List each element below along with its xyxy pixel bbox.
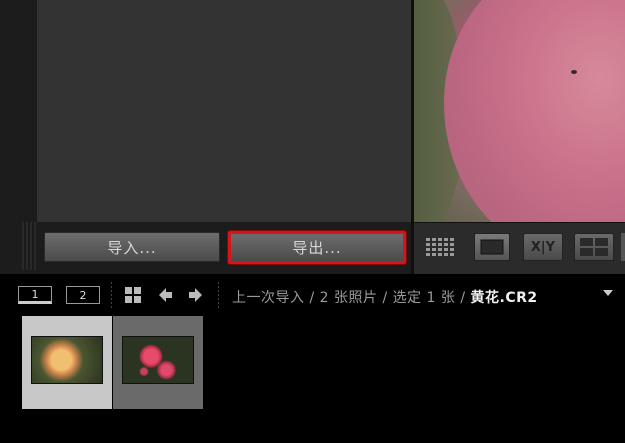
breadcrumb-separator: / bbox=[460, 290, 466, 306]
loupe-view-button[interactable] bbox=[474, 233, 510, 261]
loupe-view-icon bbox=[480, 239, 504, 255]
breadcrumb-count: 2 张照片 bbox=[319, 290, 378, 306]
breadcrumb-separator: / bbox=[309, 290, 315, 306]
filmstrip-thumbnail-selected[interactable] bbox=[22, 316, 112, 409]
import-button-label: 导入... bbox=[107, 238, 157, 257]
view-toolbar: X|Y bbox=[414, 222, 625, 274]
preview-speck bbox=[571, 70, 577, 74]
left-panel: 导入... 导出... bbox=[0, 0, 414, 274]
secondary-window-label: 2 bbox=[79, 288, 87, 302]
yellow-rose-thumbnail bbox=[31, 336, 103, 384]
breadcrumb-selected: 选定 1 张 bbox=[392, 290, 456, 306]
grid-view-button[interactable] bbox=[424, 233, 460, 261]
arrow-right-icon[interactable] bbox=[186, 284, 206, 306]
filmstrip-bar: 1 2 上一次导入 / 2 张照片 / 选定 1 张 / 黄花.CR2 bbox=[0, 274, 625, 316]
compare-view-label: X|Y bbox=[530, 239, 556, 255]
export-button[interactable]: 导出... bbox=[227, 230, 407, 265]
panel-resize-handle[interactable] bbox=[22, 222, 36, 270]
export-button-label: 导出... bbox=[292, 239, 342, 257]
breadcrumb-source: 上一次导入 bbox=[232, 290, 305, 306]
breadcrumb-separator: / bbox=[382, 290, 388, 306]
secondary-window-button[interactable]: 2 bbox=[66, 286, 100, 304]
preview-petal bbox=[444, 0, 625, 222]
divider bbox=[218, 282, 219, 308]
survey-view-button[interactable] bbox=[574, 233, 614, 261]
toolbar-overflow bbox=[621, 233, 625, 261]
pink-flowers-thumbnail bbox=[122, 336, 194, 384]
grid-icon[interactable] bbox=[124, 286, 142, 304]
chevron-down-icon[interactable] bbox=[603, 290, 613, 296]
photo-preview[interactable] bbox=[414, 0, 625, 222]
left-panel-content bbox=[37, 0, 411, 222]
divider bbox=[111, 282, 112, 308]
grid-view-icon bbox=[426, 238, 454, 256]
primary-window-label: 1 bbox=[31, 287, 39, 301]
survey-view-icon bbox=[580, 238, 608, 256]
primary-window-button[interactable]: 1 bbox=[18, 286, 52, 304]
filmstrip-thumbnail[interactable] bbox=[113, 316, 203, 409]
filmstrip-breadcrumb[interactable]: 上一次导入 / 2 张照片 / 选定 1 张 / 黄花.CR2 bbox=[232, 287, 538, 307]
compare-view-button[interactable]: X|Y bbox=[523, 233, 563, 261]
arrow-left-icon[interactable] bbox=[155, 284, 175, 306]
current-filename: 黄花.CR2 bbox=[470, 290, 538, 306]
import-button[interactable]: 导入... bbox=[44, 232, 220, 262]
